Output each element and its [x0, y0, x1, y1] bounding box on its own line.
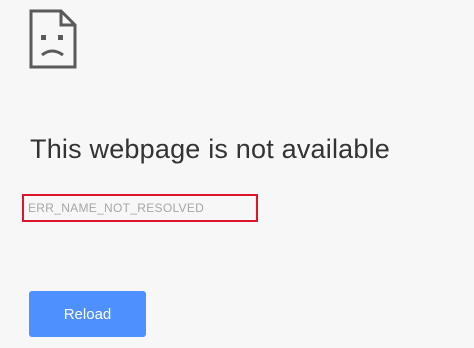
- sad-page-icon: [29, 9, 77, 69]
- error-page: This webpage is not available ERR_NAME_N…: [0, 0, 474, 348]
- reload-button[interactable]: Reload: [29, 291, 146, 337]
- error-code: ERR_NAME_NOT_RESOLVED: [28, 201, 205, 215]
- error-heading: This webpage is not available: [30, 134, 391, 164]
